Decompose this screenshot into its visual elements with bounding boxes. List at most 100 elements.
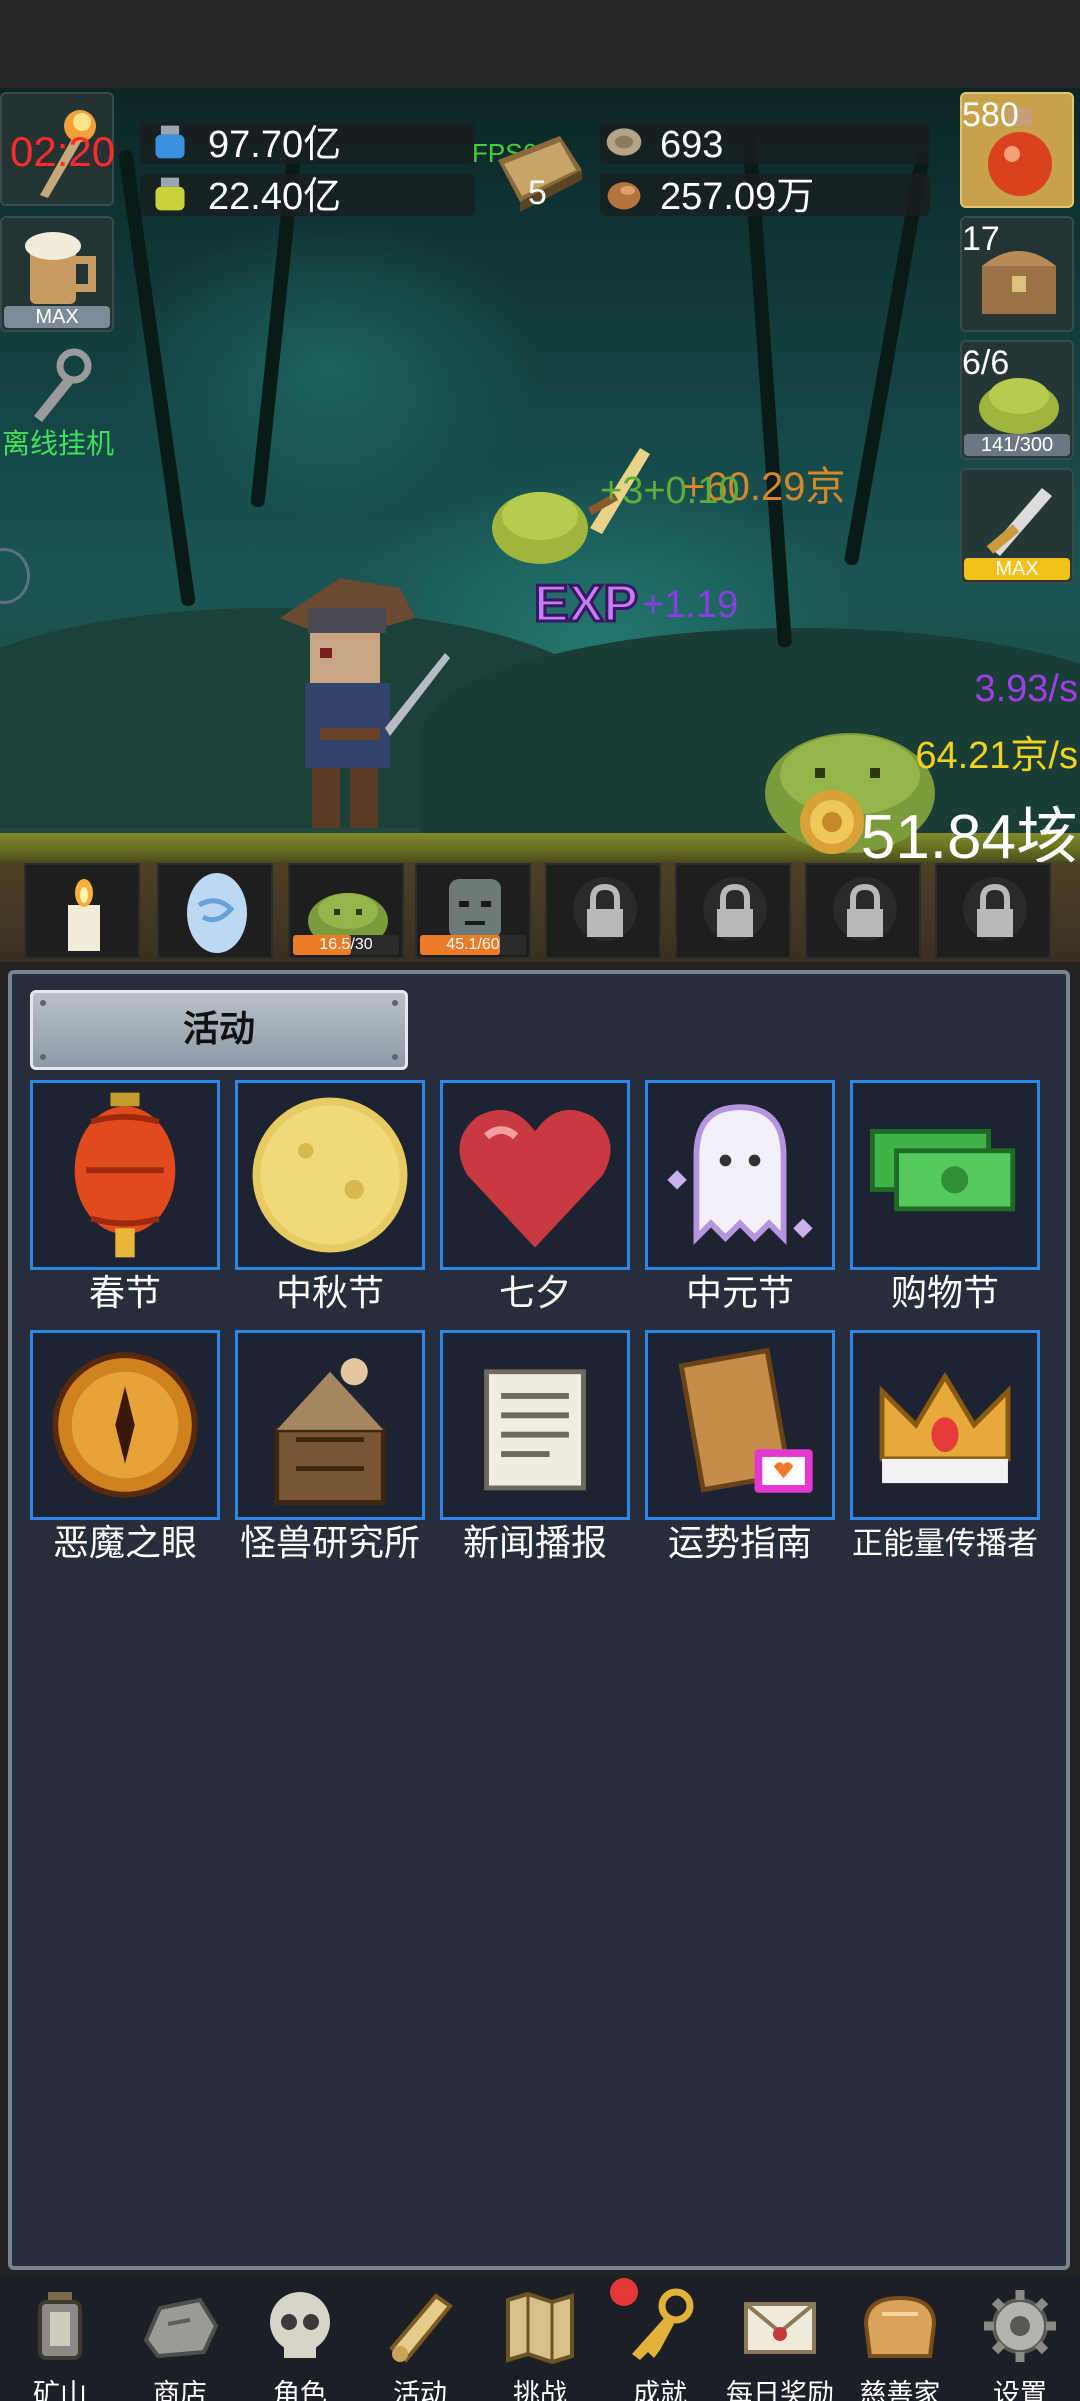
- key-tool-icon: [34, 348, 92, 422]
- lock-icon: [807, 865, 919, 961]
- activity-label: 恶魔之眼: [52, 1523, 197, 1564]
- offline-idle-label: 离线挂机: [2, 428, 115, 459]
- mug-button[interactable]: MAX: [0, 216, 114, 332]
- monster-slot-locked[interactable]: [675, 863, 791, 959]
- nav-item-gear[interactable]: 设置: [960, 2280, 1080, 2401]
- mug-max-label: MAX: [35, 306, 79, 328]
- activity-label: 七夕: [498, 1273, 571, 1314]
- activity-lantern[interactable]: [30, 1080, 220, 1270]
- resource-bar-3[interactable]: [600, 122, 930, 164]
- rivet: [40, 1054, 46, 1060]
- exp-rate: 3.93/s: [974, 668, 1078, 710]
- nav-label: 慈善家: [859, 2379, 941, 2401]
- activity-moon[interactable]: [235, 1080, 425, 1270]
- nav-item-scroll[interactable]: 活动: [360, 2280, 480, 2401]
- yellow-potion-icon: [155, 177, 185, 211]
- chest-button[interactable]: 17: [960, 216, 1074, 332]
- gold-rate: 64.21京/s: [915, 735, 1078, 777]
- map-icon: [498, 2284, 582, 2368]
- exp-tag: EXP: [532, 574, 639, 635]
- monster-progress-label: 16.5/30: [319, 936, 373, 953]
- activity-ghost[interactable]: [645, 1080, 835, 1270]
- nav-label: 挑战: [513, 2379, 567, 2401]
- slime-progress-bar: 141/300: [964, 434, 1070, 456]
- activity-label: 新闻播报: [462, 1523, 607, 1564]
- cash-icon: [853, 1083, 1037, 1271]
- monster-progress-label: 45.1/60: [446, 936, 500, 953]
- nav-item-lantern-nav[interactable]: 矿山: [0, 2280, 120, 2401]
- sword-button[interactable]: MAX: [960, 468, 1074, 584]
- activity-label: 春节: [88, 1273, 161, 1314]
- exp-gain: +1.19: [642, 584, 739, 626]
- monster-slot-egg[interactable]: [157, 863, 273, 959]
- ghost-icon: [648, 1083, 832, 1271]
- nav-label: 商店: [153, 2379, 207, 2401]
- resource-value-4: 257.09万: [660, 176, 815, 218]
- activity-label: 中元节: [685, 1273, 794, 1314]
- notification-badge: [610, 2278, 638, 2306]
- nav-label: 设置: [993, 2379, 1047, 2401]
- fortune-icon: [648, 1333, 832, 1521]
- crown-icon: [853, 1333, 1037, 1521]
- monster-progress-bar: 16.5/30: [293, 935, 399, 955]
- monster-slot-candle[interactable]: [24, 863, 140, 959]
- blue-potion-icon: [155, 125, 185, 159]
- book-button[interactable]: 5: [490, 130, 590, 218]
- monster-progress-bar: 45.1/60: [420, 935, 526, 955]
- nut-icon: [607, 182, 641, 210]
- chest-count: 17: [962, 220, 1000, 258]
- egg-icon: [159, 865, 271, 961]
- nav-item-skull[interactable]: 角色: [240, 2280, 360, 2401]
- activity-cash[interactable]: [850, 1080, 1040, 1270]
- lantern-nav-icon: [18, 2284, 102, 2368]
- sword-icon: [986, 488, 1052, 556]
- slime-capture-button[interactable]: 6/6 141/300: [960, 340, 1074, 460]
- monster-slot-locked[interactable]: [545, 863, 661, 959]
- potion-button[interactable]: 580: [960, 92, 1074, 208]
- nav-item-bread[interactable]: 慈善家: [840, 2280, 960, 2401]
- timer-button[interactable]: 02:20: [0, 92, 115, 206]
- resource-value-3: 693: [660, 124, 724, 166]
- slime-progress-label: 141/300: [980, 434, 1054, 456]
- lock-icon: [677, 865, 789, 961]
- monster-slot-locked[interactable]: [935, 863, 1051, 959]
- activity-label: 购物节: [890, 1273, 999, 1314]
- scroll-icon: [378, 2284, 462, 2368]
- nav-label: 活动: [393, 2379, 447, 2401]
- nav-item-envelope[interactable]: 每日奖励: [720, 2280, 840, 2401]
- monster-lab-icon: [238, 1333, 422, 1521]
- sword-max-bar: MAX: [964, 558, 1070, 580]
- activity-newspaper[interactable]: [440, 1330, 630, 1520]
- heart-icon: [443, 1083, 627, 1271]
- bread-icon: [858, 2284, 942, 2368]
- slime-count: 6/6: [962, 344, 1010, 382]
- beer-mug-icon: [25, 232, 96, 304]
- demon-eye-icon: [33, 1333, 217, 1521]
- activity-label: 正能量传播者: [852, 1526, 1038, 1562]
- activity-crown[interactable]: [850, 1330, 1040, 1520]
- stone-icon: [138, 2284, 222, 2368]
- nav-label: 角色: [273, 2379, 327, 2401]
- activity-monster-lab[interactable]: [235, 1330, 425, 1520]
- mug-max-bar: MAX: [4, 306, 110, 328]
- potion-count: 580: [962, 96, 1019, 134]
- monster-slot-slime[interactable]: 16.5/30: [288, 863, 404, 959]
- monster-slot-locked[interactable]: [805, 863, 921, 959]
- rivet: [40, 1000, 46, 1006]
- nav-item-map[interactable]: 挑战: [480, 2280, 600, 2401]
- monster-slot-zombie[interactable]: 45.1/60: [415, 863, 531, 959]
- tree-trunk: [118, 149, 196, 607]
- nav-label: 矿山: [33, 2379, 87, 2401]
- gold-coin-icon: [800, 790, 864, 854]
- nav-label: 成就: [633, 2379, 687, 2401]
- activity-demon-eye[interactable]: [30, 1330, 220, 1520]
- activity-tab-header: 活动: [30, 990, 408, 1070]
- activity-label: 中秋节: [275, 1273, 384, 1314]
- activity-heart[interactable]: [440, 1080, 630, 1270]
- rivet: [392, 1054, 398, 1060]
- activity-fortune[interactable]: [645, 1330, 835, 1520]
- book-count: 5: [528, 174, 547, 212]
- envelope-icon: [738, 2284, 822, 2368]
- nav-item-stone[interactable]: 商店: [120, 2280, 240, 2401]
- activity-tab-title: 活动: [182, 1009, 255, 1050]
